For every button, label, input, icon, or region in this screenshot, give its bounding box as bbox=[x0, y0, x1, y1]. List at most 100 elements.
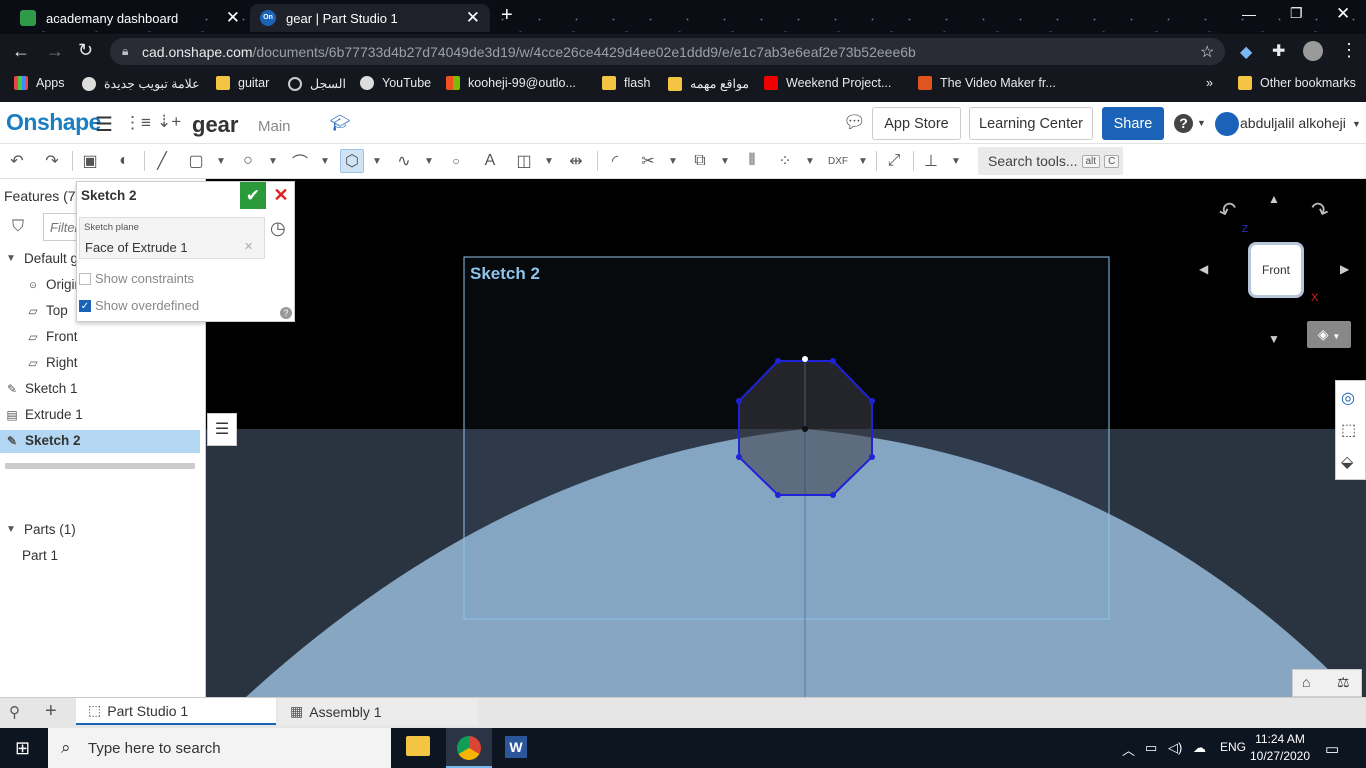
search-tools-input[interactable]: Search tools... alt C bbox=[978, 147, 1123, 175]
tree-front-plane[interactable]: ▱ Front bbox=[26, 329, 77, 344]
document-name[interactable]: gear bbox=[192, 112, 238, 138]
bookmark-video-maker[interactable]: The Video Maker fr... bbox=[918, 76, 1056, 90]
taskbar-search[interactable]: Type here to search bbox=[48, 728, 391, 768]
copy-icon[interactable]: ▣ bbox=[78, 149, 102, 173]
notifications-icon[interactable]: ▭ bbox=[1325, 740, 1339, 758]
chevron-down-icon[interactable]: ▼ bbox=[215, 149, 227, 173]
share-button[interactable]: Share bbox=[1102, 107, 1164, 140]
chevron-down-icon[interactable]: ▼ bbox=[319, 149, 331, 173]
show-constraints-option[interactable]: Show constraints bbox=[79, 271, 194, 286]
graphics-viewport[interactable] bbox=[206, 179, 1366, 697]
view-cube-front[interactable]: Front bbox=[1248, 242, 1304, 298]
construction-icon[interactable]: ◫ bbox=[512, 149, 536, 173]
view-up-arrow-icon[interactable]: ▲ bbox=[1268, 192, 1280, 206]
undo-icon[interactable]: ↶ bbox=[5, 149, 29, 173]
pattern-icon[interactable]: ⁘ bbox=[773, 149, 797, 173]
view-mode-dropdown[interactable]: ◈ ▼ bbox=[1307, 321, 1351, 348]
chevron-down-icon[interactable]: ▼ bbox=[423, 149, 435, 173]
tree-sketch-2[interactable]: ✎ Sketch 2 bbox=[5, 433, 81, 448]
tree-origin[interactable]: ⊙ Origin bbox=[26, 277, 82, 292]
feature-list-icon[interactable]: ⋮≡ bbox=[124, 113, 151, 133]
arc-tool-icon[interactable]: ⌒ bbox=[288, 149, 312, 173]
redo-icon[interactable]: ↷ bbox=[40, 149, 64, 173]
chevron-down-icon[interactable]: ▼ bbox=[667, 149, 679, 173]
language-indicator[interactable]: ENG bbox=[1220, 740, 1246, 754]
insert-icon[interactable]: ⇣+ bbox=[157, 112, 181, 132]
tree-parts-header[interactable]: ▼ Parts (1) bbox=[4, 522, 76, 537]
chevron-down-icon[interactable]: ▼ bbox=[1352, 119, 1361, 129]
circle-tool-icon[interactable]: ○ bbox=[236, 149, 260, 173]
tree-top-plane[interactable]: ▱ Top bbox=[26, 303, 67, 318]
add-tab-icon[interactable]: + bbox=[45, 700, 57, 723]
measure-scale-icon[interactable]: ⚖︎ bbox=[1337, 674, 1350, 691]
app-store-button[interactable]: App Store bbox=[872, 107, 961, 140]
back-icon[interactable]: ← bbox=[12, 41, 30, 62]
chevron-down-icon[interactable]: ▼ bbox=[543, 149, 555, 173]
chevron-down-icon[interactable]: ▼ bbox=[371, 149, 383, 173]
display-mode-icon[interactable]: ⌂ bbox=[1302, 674, 1310, 690]
feature-list-toggle-icon[interactable]: ☰ bbox=[207, 413, 237, 446]
tab-part-studio-1[interactable]: ⬚ Part Studio 1 bbox=[76, 698, 276, 725]
lock-icon[interactable]: 🔒︎ bbox=[122, 44, 128, 59]
line-tool-icon[interactable]: ╱ bbox=[150, 149, 174, 173]
rollback-bar[interactable] bbox=[5, 463, 195, 469]
learning-center-button[interactable]: Learning Center bbox=[969, 107, 1093, 140]
branch-name[interactable]: Main bbox=[258, 118, 291, 135]
tree-sketch-1[interactable]: ✎ Sketch 1 bbox=[5, 381, 78, 396]
dxf-import-icon[interactable]: DXF bbox=[826, 149, 850, 173]
network-icon[interactable]: ▭ bbox=[1145, 740, 1157, 756]
dialog-help-icon[interactable]: ? bbox=[280, 307, 292, 319]
text-tool-icon[interactable]: A bbox=[478, 149, 502, 173]
close-tab-icon[interactable]: ✕ bbox=[466, 8, 480, 28]
viewport-canvas[interactable] bbox=[206, 179, 1366, 697]
bookmark-youtube[interactable]: YouTube bbox=[360, 76, 431, 90]
measure-part-icon[interactable]: ⬚ bbox=[1341, 420, 1356, 440]
chrome-menu-icon[interactable]: ⋮ bbox=[1340, 40, 1358, 61]
view-right-arrow-icon[interactable]: ▶ bbox=[1340, 262, 1349, 276]
chevron-down-icon[interactable]: ▼ bbox=[267, 149, 279, 173]
polygon-tool-icon[interactable]: ⬡ bbox=[340, 149, 364, 173]
point-tool-icon[interactable]: ○ bbox=[444, 149, 468, 173]
url-text[interactable]: cad.onshape.com/documents/6b77733d4b27d7… bbox=[142, 44, 916, 60]
extension-diamond-icon[interactable]: ◆ bbox=[1240, 42, 1252, 62]
bookmark-guitar[interactable]: guitar bbox=[216, 76, 269, 90]
onshape-logo[interactable]: Onshape bbox=[6, 109, 101, 136]
show-overdefined-checkbox[interactable]: ✓ bbox=[79, 299, 91, 312]
user-name[interactable]: abduljalil alkoheji bbox=[1240, 115, 1346, 131]
tray-chevron-up-icon[interactable]: ︿ bbox=[1122, 740, 1135, 759]
help-icon[interactable]: ? bbox=[1174, 114, 1193, 133]
bookmark-new-tab[interactable]: علامة تبويب جديدة bbox=[82, 76, 200, 91]
view-down-arrow-icon[interactable]: ▼ bbox=[1268, 332, 1280, 346]
close-tab-icon[interactable]: ✕ bbox=[226, 8, 240, 28]
tab-assembly-1[interactable]: ▦ Assembly 1 bbox=[278, 698, 478, 725]
tree-part-1[interactable]: Part 1 bbox=[22, 548, 58, 563]
dimension-icon[interactable]: ⇹ bbox=[564, 149, 588, 173]
cancel-x-button[interactable]: ✕ bbox=[268, 182, 294, 209]
user-avatar-icon[interactable] bbox=[1215, 112, 1239, 136]
bookmark-apps[interactable]: Apps bbox=[14, 76, 65, 90]
mirror-icon[interactable]: ⫴ bbox=[740, 149, 764, 173]
accept-check-button[interactable]: ✔ bbox=[240, 182, 266, 209]
reload-icon[interactable]: ↻ bbox=[78, 40, 93, 61]
tree-right-plane[interactable]: ▱ Right bbox=[26, 355, 77, 370]
window-close-icon[interactable]: ✕ bbox=[1336, 4, 1350, 24]
appearance-icon[interactable]: ◎ bbox=[1341, 388, 1355, 408]
paste-icon[interactable]: ◐ bbox=[112, 149, 136, 173]
clear-field-icon[interactable]: ✕ bbox=[244, 240, 253, 253]
mass-properties-icon[interactable]: ⬙ bbox=[1341, 452, 1353, 472]
minimize-icon[interactable]: — bbox=[1242, 6, 1256, 22]
show-constraints-checkbox[interactable] bbox=[79, 272, 91, 285]
word-icon[interactable]: W bbox=[505, 736, 527, 758]
chevron-down-icon[interactable]: ▼ bbox=[857, 149, 869, 173]
file-explorer-icon[interactable] bbox=[406, 736, 430, 756]
transform-icon[interactable]: ⤢ bbox=[882, 149, 906, 173]
system-clock[interactable]: 11:24 AM 10/27/2020 bbox=[1247, 731, 1313, 765]
bookmark-important-sites[interactable]: مواقع مهمه bbox=[668, 76, 749, 91]
bookmark-history[interactable]: السجل bbox=[288, 76, 346, 91]
restore-icon[interactable]: ❐ bbox=[1290, 5, 1303, 22]
offset-icon[interactable]: ⧉ bbox=[688, 149, 712, 173]
polygon-center-point[interactable] bbox=[802, 426, 808, 432]
bookmark-weekend-project[interactable]: Weekend Project... bbox=[764, 76, 891, 90]
forward-icon[interactable]: → bbox=[46, 41, 64, 62]
history-clock-icon[interactable]: ◷ bbox=[270, 218, 286, 239]
